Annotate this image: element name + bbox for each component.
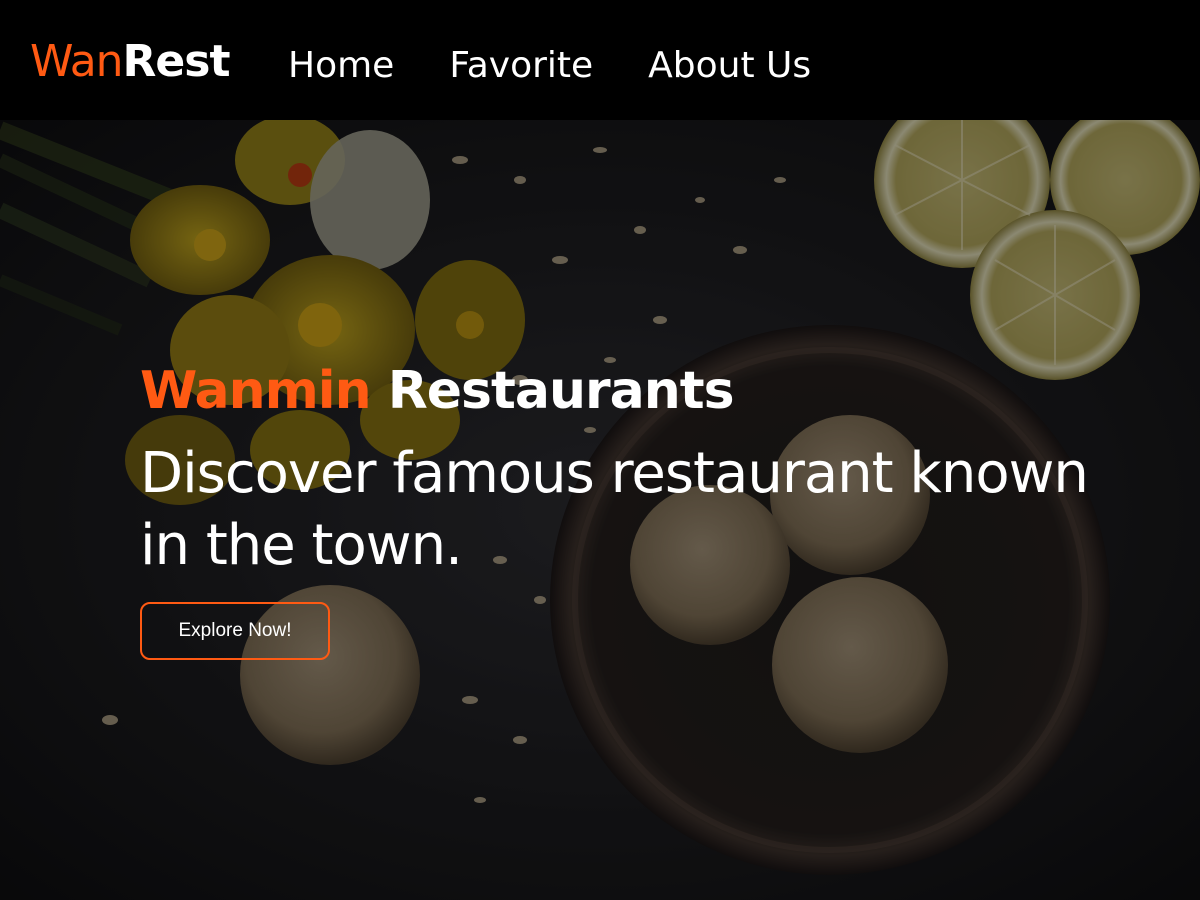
hero-content: Wanmin Restaurants Discover famous resta… [140,358,1140,660]
brand-accent: Wan [30,36,124,87]
hero-title: Wanmin Restaurants [140,358,1140,424]
nav-link-about-us[interactable]: About Us [648,44,811,88]
navbar: WanRest Home Favorite About Us [0,0,1200,120]
hero-section: Wanmin Restaurants Discover famous resta… [0,120,1200,900]
hero-subtitle: Discover famous restaurant known in the … [140,441,1089,578]
nav-link-home[interactable]: Home [288,44,394,88]
brand-rest: Rest [122,36,231,87]
hero-title-accent: Wanmin [140,361,372,421]
nav-menu: Home Favorite About Us [288,44,866,88]
hero-title-rest: Restaurants [387,361,735,421]
nav-link-favorite[interactable]: Favorite [449,44,593,88]
brand-logo[interactable]: WanRest [30,34,230,90]
explore-now-button[interactable]: Explore Now! [140,602,330,660]
